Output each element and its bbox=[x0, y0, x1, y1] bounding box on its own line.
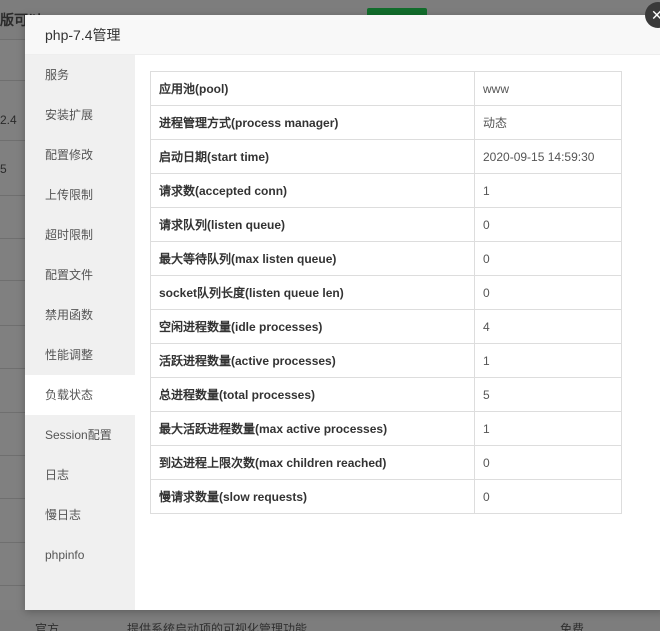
sidebar-item[interactable]: 超时限制 bbox=[25, 215, 135, 255]
background-bottom-price: 免费 bbox=[560, 622, 585, 631]
status-value: 1 bbox=[474, 411, 622, 446]
background-version-text: 2.4 bbox=[0, 113, 17, 127]
status-key: 最大活跃进程数量(max active processes) bbox=[150, 411, 475, 446]
background-bottom-desc: 提供系统启动项的可视化管理功能 bbox=[127, 622, 308, 631]
sidebar-item[interactable]: 服务 bbox=[25, 55, 135, 95]
table-row: 到达进程上限次数(max children reached) 0 bbox=[150, 445, 622, 480]
status-value: 0 bbox=[474, 275, 622, 310]
dialog-title: php-7.4管理 bbox=[25, 15, 660, 55]
sidebar-item[interactable]: 安装扩展 bbox=[25, 95, 135, 135]
status-key: 请求数(accepted conn) bbox=[150, 173, 475, 208]
table-row: 请求数(accepted conn) 1 bbox=[150, 173, 622, 208]
status-value: 0 bbox=[474, 207, 622, 242]
sidebar-item[interactable]: 上传限制 bbox=[25, 175, 135, 215]
php-manager-dialog: php-7.4管理 服务 安装扩展 配置修改 上传限制 超时限制 配置文件 禁用函数 性能调整… bbox=[25, 15, 660, 610]
sidebar-item[interactable]: 性能调整 bbox=[25, 335, 135, 375]
status-key: 慢请求数量(slow requests) bbox=[150, 479, 475, 514]
status-value: 5 bbox=[474, 377, 622, 412]
status-key: 进程管理方式(process manager) bbox=[150, 105, 475, 140]
status-value: 0 bbox=[474, 241, 622, 276]
status-key: 启动日期(start time) bbox=[150, 139, 475, 174]
status-key: 总进程数量(total processes) bbox=[150, 377, 475, 412]
sidebar-item[interactable]: 慢日志 bbox=[25, 495, 135, 535]
table-row: socket队列长度(listen queue len) 0 bbox=[150, 275, 622, 310]
load-status-panel: 应用池(pool) www 进程管理方式(process manager) 动态 启动日… bbox=[150, 71, 622, 514]
status-value: 0 bbox=[474, 445, 622, 480]
table-row: 应用池(pool) www bbox=[150, 71, 622, 106]
table-row: 进程管理方式(process manager) 动态 bbox=[150, 105, 622, 140]
status-key: 请求队列(listen queue) bbox=[150, 207, 475, 242]
table-row: 启动日期(start time) 2020-09-15 14:59:30 bbox=[150, 139, 622, 174]
status-value: 2020-09-15 14:59:30 bbox=[474, 139, 622, 174]
status-key: socket队列长度(listen queue len) bbox=[150, 275, 475, 310]
status-key: 应用池(pool) bbox=[150, 71, 475, 106]
sidebar-item[interactable]: 禁用函数 bbox=[25, 295, 135, 335]
status-value: 4 bbox=[474, 309, 622, 344]
status-key: 到达进程上限次数(max children reached) bbox=[150, 445, 475, 480]
table-row: 空闲进程数量(idle processes) 4 bbox=[150, 309, 622, 344]
table-row: 最大活跃进程数量(max active processes) 1 bbox=[150, 411, 622, 446]
sidebar-menu: 服务 安装扩展 配置修改 上传限制 超时限制 配置文件 禁用函数 性能调整 负载状态 Sessio… bbox=[25, 55, 135, 610]
status-value: 1 bbox=[474, 173, 622, 208]
status-key: 活跃进程数量(active processes) bbox=[150, 343, 475, 378]
sidebar-item[interactable]: 日志 bbox=[25, 455, 135, 495]
table-row: 慢请求数量(slow requests) 0 bbox=[150, 479, 622, 514]
sidebar-item[interactable]: Session配置 bbox=[25, 415, 135, 455]
dialog-body: 服务 安装扩展 配置修改 上传限制 超时限制 配置文件 禁用函数 性能调整 负载状态 Sessio… bbox=[25, 55, 660, 610]
status-key: 空闲进程数量(idle processes) bbox=[150, 309, 475, 344]
status-value: 1 bbox=[474, 343, 622, 378]
background-version-text: 5 bbox=[0, 162, 7, 176]
status-value: 动态 bbox=[474, 105, 622, 140]
background-bottom-source: 官方 bbox=[35, 622, 60, 631]
load-status-table: 应用池(pool) www 进程管理方式(process manager) 动态 启动日… bbox=[150, 71, 622, 514]
background-bottom-row: 官方 提供系统启动项的可视化管理功能 免费 bbox=[0, 610, 660, 631]
status-value: www bbox=[474, 71, 622, 106]
sidebar-item[interactable]: 配置修改 bbox=[25, 135, 135, 175]
table-row: 最大等待队列(max listen queue) 0 bbox=[150, 241, 622, 276]
sidebar-item[interactable]: phpinfo bbox=[25, 535, 135, 575]
table-row: 活跃进程数量(active processes) 1 bbox=[150, 343, 622, 378]
sidebar-item[interactable]: 负载状态 bbox=[25, 375, 135, 415]
table-row: 总进程数量(total processes) 5 bbox=[150, 377, 622, 412]
sidebar-item[interactable]: 配置文件 bbox=[25, 255, 135, 295]
table-row: 请求队列(listen queue) 0 bbox=[150, 207, 622, 242]
status-value: 0 bbox=[474, 479, 622, 514]
status-key: 最大等待队列(max listen queue) bbox=[150, 241, 475, 276]
